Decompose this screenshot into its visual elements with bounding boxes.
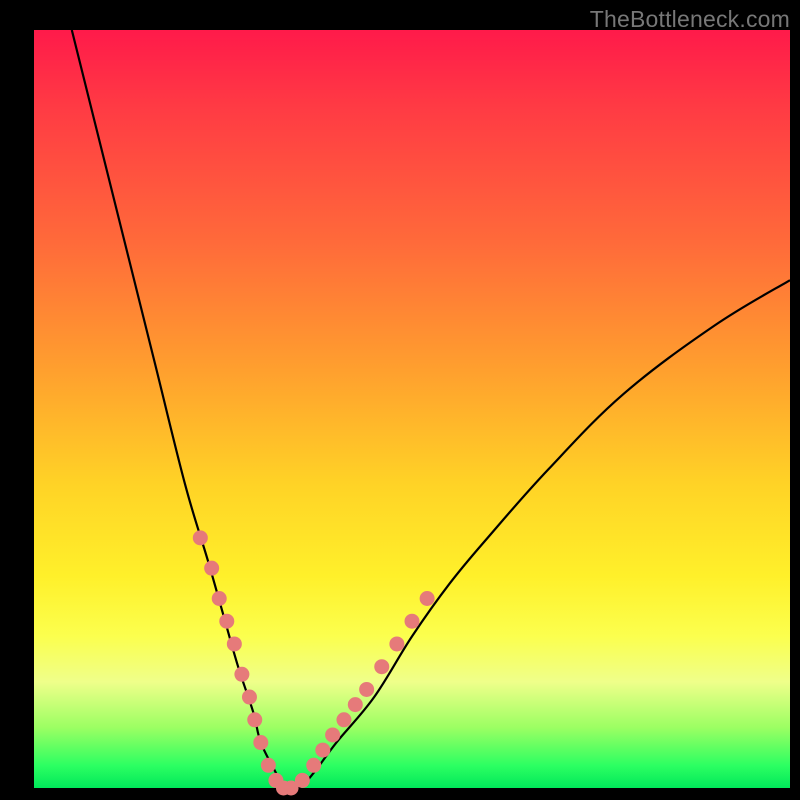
highlight-dot [306, 758, 321, 773]
highlight-dot [234, 667, 249, 682]
plot-area [34, 30, 790, 788]
highlight-dot [374, 659, 389, 674]
highlight-dot [420, 591, 435, 606]
highlight-dot [336, 712, 351, 727]
highlight-dot [389, 636, 404, 651]
watermark-text: TheBottleneck.com [590, 6, 790, 33]
highlight-dot [219, 614, 234, 629]
highlight-dot [315, 743, 330, 758]
highlight-dot [261, 758, 276, 773]
highlight-dot [253, 735, 268, 750]
highlight-dots [193, 530, 435, 795]
highlight-dot [227, 636, 242, 651]
highlight-dot [204, 561, 219, 576]
curve-svg [34, 30, 790, 788]
highlight-dot [212, 591, 227, 606]
highlight-dot [295, 773, 310, 788]
bottleneck-curve [72, 30, 790, 790]
chart-frame: TheBottleneck.com [0, 0, 800, 800]
highlight-dot [193, 530, 208, 545]
highlight-dot [359, 682, 374, 697]
highlight-dot [242, 690, 257, 705]
highlight-dot [348, 697, 363, 712]
highlight-dot [325, 727, 340, 742]
highlight-dot [247, 712, 262, 727]
highlight-dot [405, 614, 420, 629]
